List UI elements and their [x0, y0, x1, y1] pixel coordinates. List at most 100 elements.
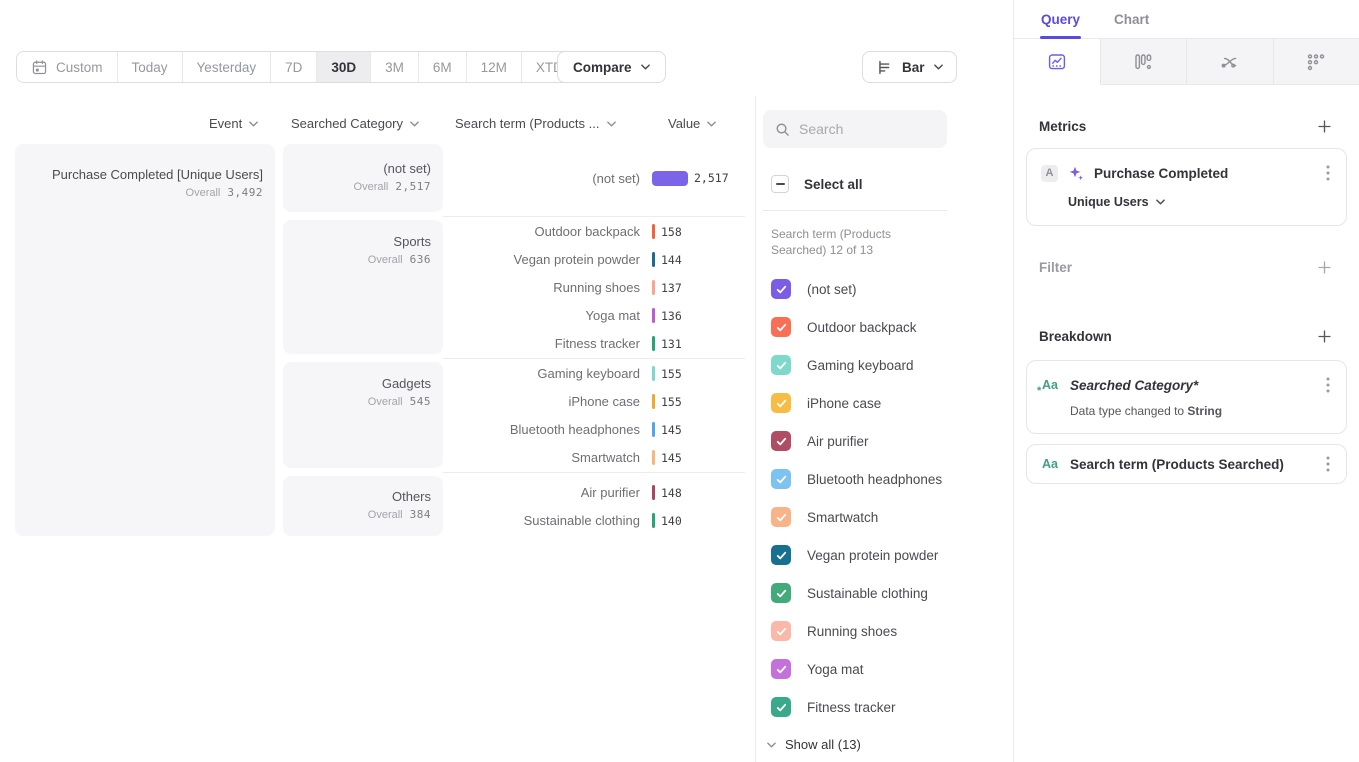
date-range-6m[interactable]: 6M	[419, 52, 467, 82]
value-bar[interactable]	[652, 366, 655, 381]
compare-button[interactable]: Compare	[557, 51, 666, 83]
date-range-today[interactable]: Today	[118, 52, 183, 82]
legend-item[interactable]: Sustainable clothing	[771, 574, 1005, 612]
value-bar[interactable]	[652, 450, 655, 465]
retention-icon[interactable]	[1274, 39, 1359, 85]
value-bar[interactable]	[652, 336, 655, 351]
column-header-value[interactable]: Value	[668, 116, 716, 131]
category-overall: Overall545	[283, 393, 431, 411]
legend-item[interactable]: Gaming keyboard	[771, 346, 1005, 384]
term-label: Outdoor backpack	[443, 224, 652, 239]
category-cell[interactable]: (not set) Overall2,517	[283, 144, 443, 212]
value-bar[interactable]	[652, 171, 688, 186]
checkbox-checked-icon[interactable]	[771, 317, 791, 337]
add-metric-button[interactable]	[1317, 119, 1332, 134]
date-range-custom[interactable]: Custom	[17, 52, 118, 82]
checkbox-indeterminate-icon[interactable]	[771, 175, 789, 193]
table-row[interactable]: Smartwatch 145	[443, 444, 745, 472]
legend-item[interactable]: (not set)	[771, 270, 1005, 308]
legend-item-label: Air purifier	[807, 434, 869, 449]
legend-item-label: Sustainable clothing	[807, 586, 928, 601]
event-cell[interactable]: Purchase Completed [Unique Users] Overal…	[15, 144, 275, 536]
category-cell[interactable]: Others Overall384	[283, 476, 443, 536]
add-filter-button[interactable]	[1317, 260, 1332, 275]
value-label: 155	[661, 395, 682, 409]
value-label: 140	[661, 514, 682, 528]
column-header-event[interactable]: Event	[209, 116, 258, 131]
checkbox-checked-icon[interactable]	[771, 393, 791, 413]
legend-item[interactable]: Bluetooth headphones	[771, 460, 1005, 498]
measure-select[interactable]: Unique Users	[1068, 195, 1165, 209]
checkbox-checked-icon[interactable]	[771, 583, 791, 603]
table-row[interactable]: iPhone case 155	[443, 388, 745, 416]
kebab-menu-icon[interactable]	[1324, 454, 1332, 474]
value-bar[interactable]	[652, 280, 655, 295]
category-cell[interactable]: Sports Overall636	[283, 220, 443, 354]
value-bar[interactable]	[652, 485, 655, 500]
flows-icon[interactable]	[1187, 39, 1274, 85]
value-bar[interactable]	[652, 252, 655, 267]
insights-icon[interactable]	[1014, 39, 1101, 85]
date-range-7d[interactable]: 7D	[271, 52, 317, 82]
column-header-category[interactable]: Searched Category	[291, 116, 419, 131]
tab-chart[interactable]: Chart	[1114, 0, 1149, 38]
value-bar[interactable]	[652, 394, 655, 409]
checkbox-checked-icon[interactable]	[771, 279, 791, 299]
table-row[interactable]: Running shoes 137	[443, 274, 745, 302]
date-range-30d[interactable]: 30D	[317, 52, 371, 82]
table-row[interactable]: Fitness tracker 131	[443, 330, 745, 358]
date-range-yesterday[interactable]: Yesterday	[183, 52, 272, 82]
category-cell[interactable]: Gadgets Overall545	[283, 362, 443, 468]
table-row[interactable]: Vegan protein powder 144	[443, 246, 745, 274]
search-input[interactable]	[799, 121, 935, 137]
checkbox-checked-icon[interactable]	[771, 697, 791, 717]
legend-item[interactable]: Running shoes	[771, 612, 1005, 650]
legend-item[interactable]: iPhone case	[771, 384, 1005, 422]
date-range-3m[interactable]: 3M	[371, 52, 419, 82]
value-bar[interactable]	[652, 513, 655, 528]
legend-item[interactable]: Yoga mat	[771, 650, 1005, 688]
checkbox-checked-icon[interactable]	[771, 431, 791, 451]
legend-item[interactable]: Outdoor backpack	[771, 308, 1005, 346]
column-header-term[interactable]: Search term (Products ...	[455, 116, 616, 131]
checkbox-checked-icon[interactable]	[771, 659, 791, 679]
select-all-label: Select all	[804, 177, 863, 192]
chart-type-select[interactable]: Bar	[862, 51, 957, 83]
table-row[interactable]: (not set) 2,517	[443, 164, 745, 192]
series-searchbox[interactable]	[763, 110, 947, 148]
kebab-menu-icon[interactable]	[1324, 163, 1332, 183]
checkbox-checked-icon[interactable]	[771, 545, 791, 565]
metric-card[interactable]: A Purchase Completed Unique Users	[1026, 148, 1347, 226]
date-range-12m[interactable]: 12M	[467, 52, 522, 82]
funnels-icon[interactable]	[1101, 39, 1188, 85]
kebab-menu-icon[interactable]	[1324, 375, 1332, 395]
add-breakdown-button[interactable]	[1317, 329, 1332, 344]
value-bar[interactable]	[652, 224, 655, 239]
tab-query[interactable]: Query	[1041, 0, 1080, 38]
show-all-link[interactable]: Show all (13)	[767, 737, 861, 752]
table-row[interactable]: Bluetooth headphones 145	[443, 416, 745, 444]
bar-cell: 155	[652, 366, 745, 381]
legend-item[interactable]: Smartwatch	[771, 498, 1005, 536]
table-row[interactable]: Gaming keyboard 155	[443, 360, 745, 388]
table-row[interactable]: Sustainable clothing 140	[443, 507, 745, 535]
select-all-row[interactable]: Select all	[771, 175, 863, 193]
breakdown-card[interactable]: *Aa Searched Category* Data type changed…	[1026, 360, 1347, 434]
table-row[interactable]: Outdoor backpack 158	[443, 218, 745, 246]
value-bar[interactable]	[652, 308, 655, 323]
value-label: 2,517	[694, 171, 729, 185]
checkbox-checked-icon[interactable]	[771, 507, 791, 527]
checkbox-checked-icon[interactable]	[771, 621, 791, 641]
breakdown-card[interactable]: Aa Search term (Products Searched)	[1026, 444, 1347, 484]
checkbox-checked-icon[interactable]	[771, 469, 791, 489]
legend-item[interactable]: Vegan protein powder	[771, 536, 1005, 574]
legend-item[interactable]: Fitness tracker	[771, 688, 1005, 726]
legend-item[interactable]: Air purifier	[771, 422, 1005, 460]
value-bar[interactable]	[652, 422, 655, 437]
term-label: (not set)	[443, 171, 652, 186]
table-row[interactable]: Yoga mat 136	[443, 302, 745, 330]
horizontal-bar-chart-icon	[876, 59, 893, 76]
table-row[interactable]: Air purifier 148	[443, 479, 745, 507]
bar-cell: 144	[652, 252, 745, 267]
checkbox-checked-icon[interactable]	[771, 355, 791, 375]
